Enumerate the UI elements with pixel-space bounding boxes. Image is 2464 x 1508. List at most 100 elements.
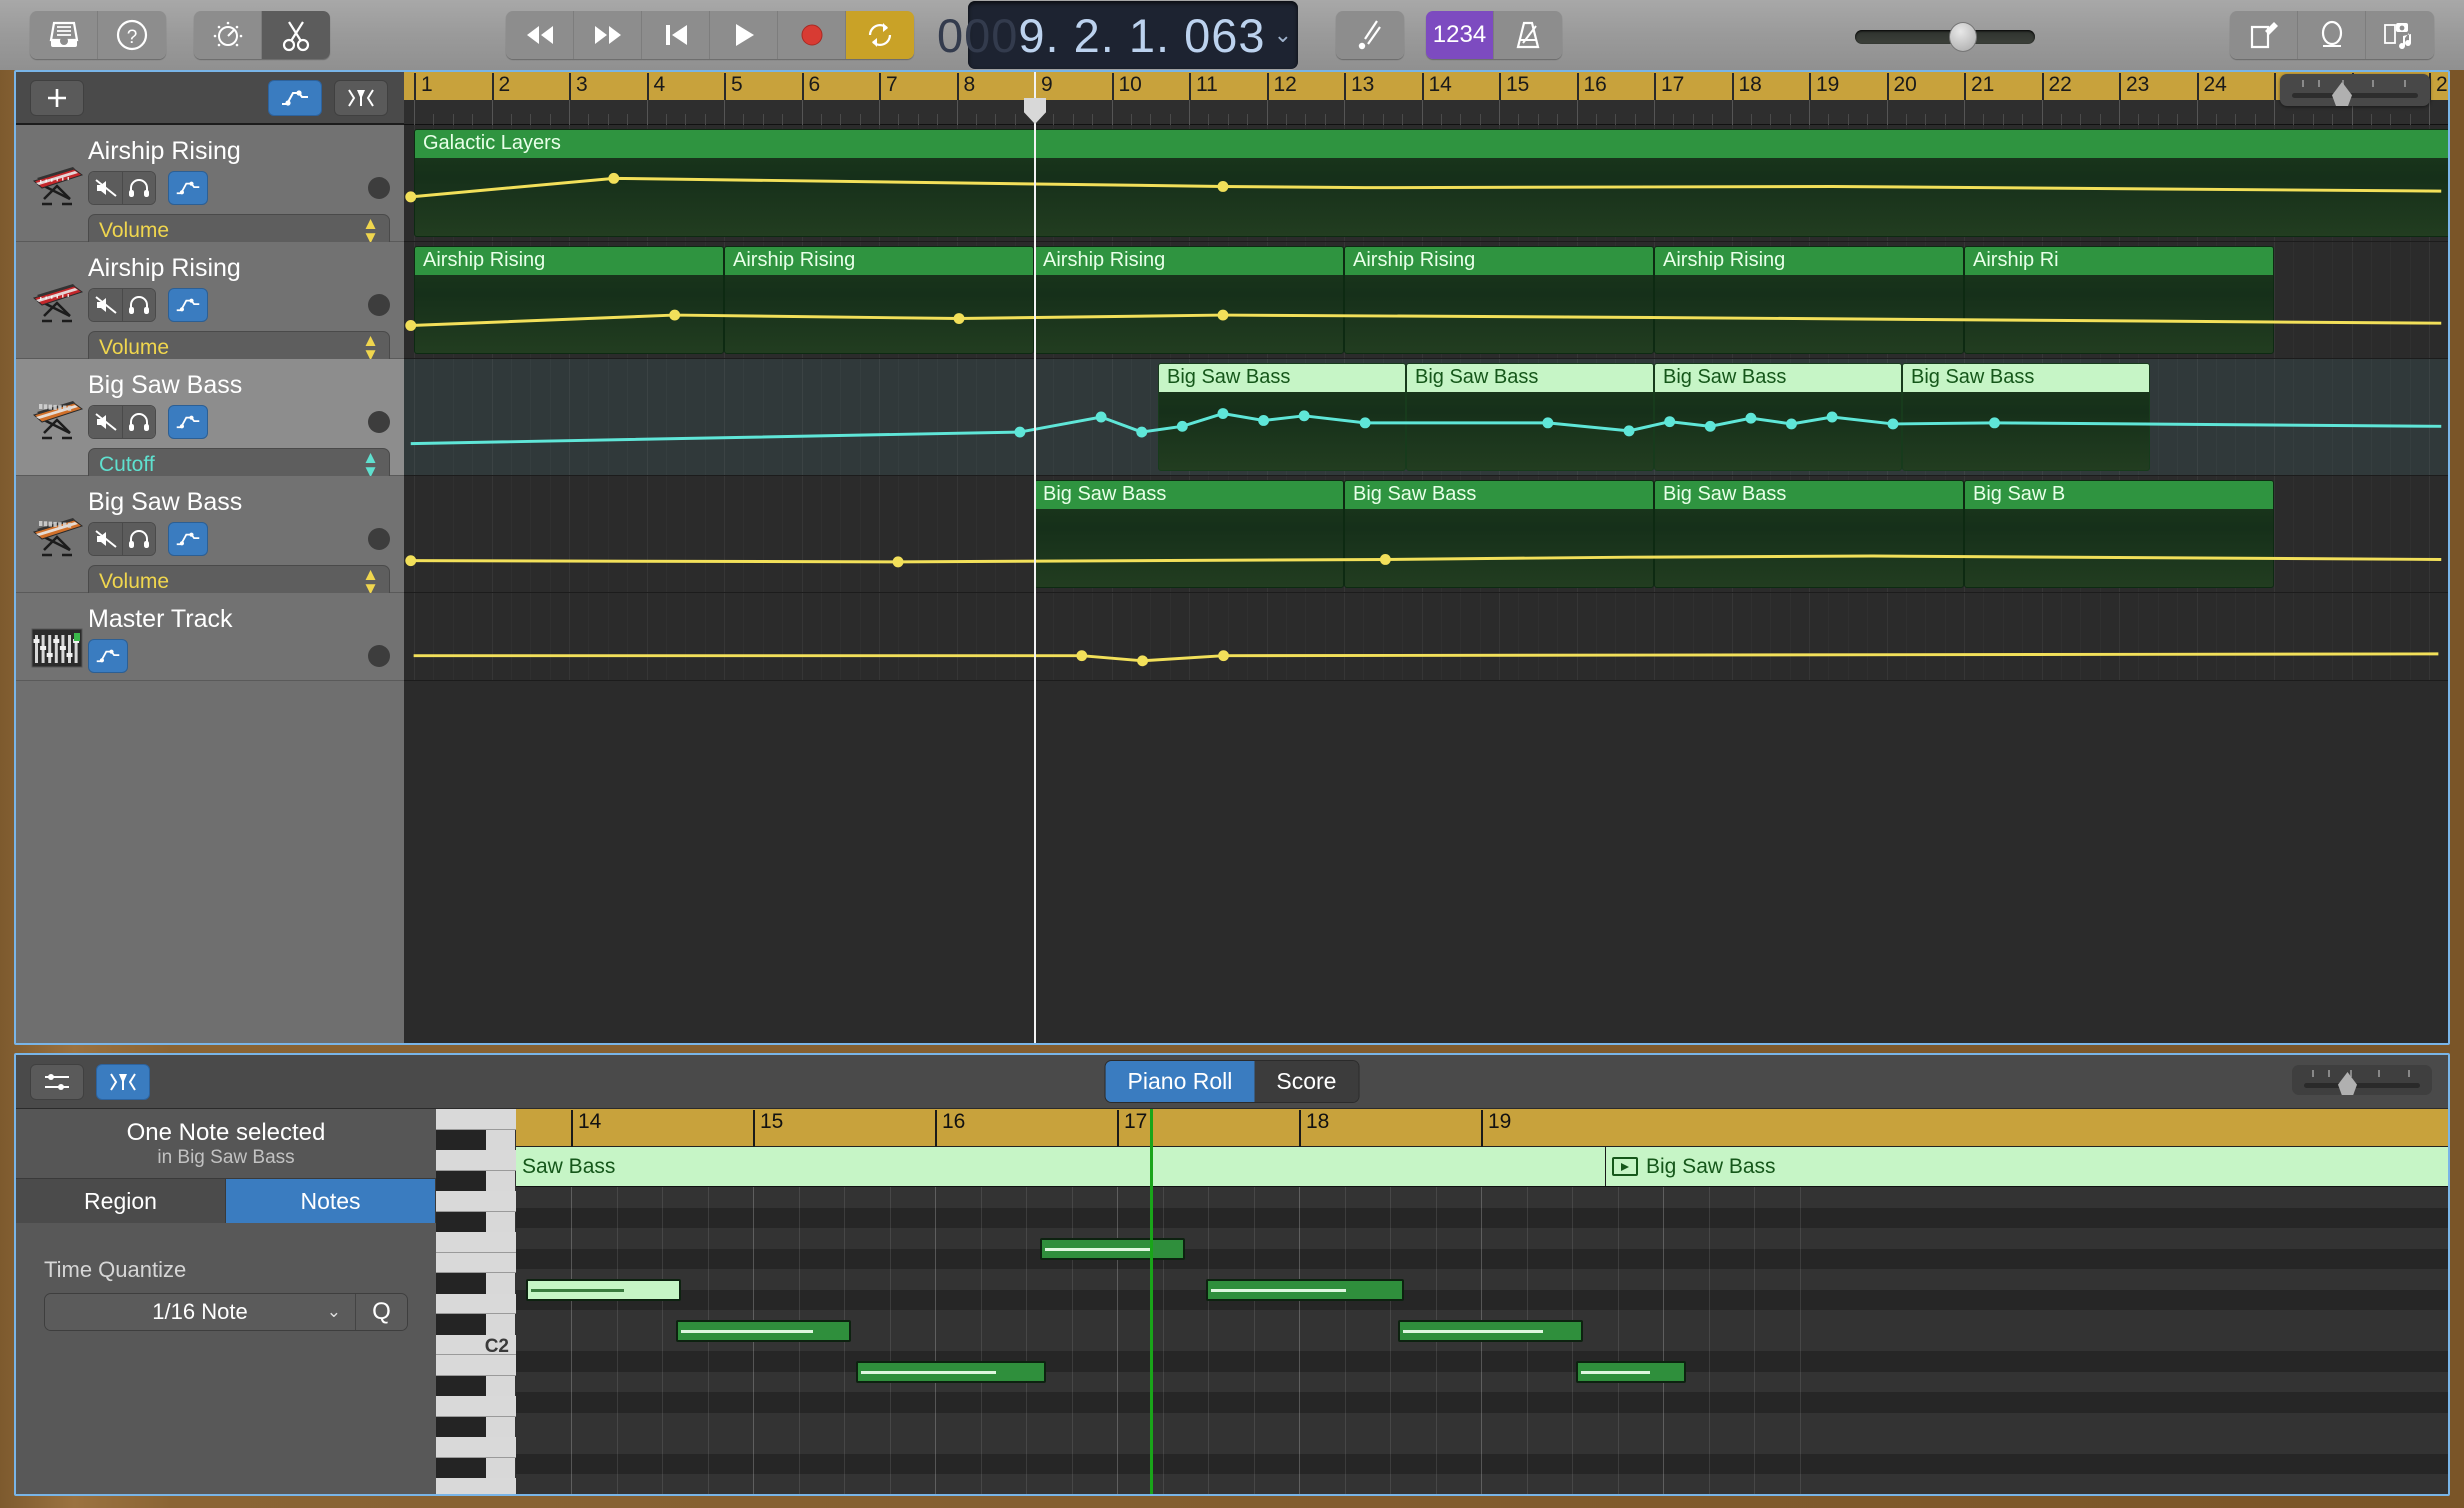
piano-keyboard[interactable]: C2 <box>436 1109 516 1494</box>
piano-key-white[interactable] <box>436 1109 516 1130</box>
track-header-1[interactable]: Airship Rising Volume ▲ ▼ <box>16 125 404 248</box>
record-enable-button[interactable] <box>368 411 390 433</box>
automation-icon[interactable] <box>268 79 322 116</box>
arrange-zoom-slider[interactable] <box>2280 74 2430 106</box>
region[interactable]: Galactic Layers <box>414 129 2448 237</box>
piano-key-white[interactable] <box>436 1293 516 1314</box>
mute-button[interactable] <box>89 289 122 321</box>
pr-region[interactable]: Saw Bass <box>516 1147 1606 1186</box>
notepad-icon[interactable] <box>2230 11 2298 59</box>
region[interactable]: Big Saw Bass <box>1902 363 2150 471</box>
loop-browser-icon[interactable] <box>194 11 262 59</box>
piano-key-white[interactable] <box>436 1191 516 1212</box>
flex-time-icon[interactable] <box>96 1063 150 1100</box>
piano-key-white[interactable] <box>436 1252 516 1273</box>
media-browser-icon[interactable] <box>2366 11 2434 59</box>
metronome-icon[interactable] <box>1494 11 1562 59</box>
track-lane-2[interactable]: Airship Rising Airship Rising Airship Risi… <box>404 242 2448 359</box>
tab-score[interactable]: Score <box>1254 1061 1359 1102</box>
tuning-fork-icon[interactable] <box>1336 11 1404 59</box>
cycle-icon[interactable] <box>846 11 914 59</box>
piano-key-black[interactable] <box>436 1416 486 1437</box>
piano-key-white[interactable] <box>436 1396 516 1417</box>
scissors-icon[interactable] <box>262 11 330 59</box>
solo-button[interactable] <box>122 289 155 321</box>
piano-key-black[interactable] <box>436 1314 486 1335</box>
piano-key-black[interactable] <box>436 1170 486 1191</box>
record-enable-button[interactable] <box>368 294 390 316</box>
track-header-5[interactable]: Master Track <box>16 593 404 681</box>
piano-key-white[interactable] <box>436 1150 516 1171</box>
fast-forward-icon[interactable] <box>574 11 642 59</box>
region[interactable]: Big Saw Bass <box>1406 363 1654 471</box>
solo-button[interactable] <box>122 523 155 555</box>
midi-note[interactable] <box>676 1320 851 1342</box>
record-enable-button[interactable] <box>368 645 390 667</box>
region[interactable]: Airship Rising <box>1654 246 1964 354</box>
solo-button[interactable] <box>122 172 155 204</box>
piano-key-black[interactable] <box>436 1375 486 1396</box>
midi-note[interactable] <box>1040 1238 1185 1260</box>
mute-button[interactable] <box>89 172 122 204</box>
piano-key-black[interactable] <box>436 1211 486 1232</box>
bar-ruler[interactable]: 1 2 3 4 5 6 7 8 9 10 11 12 13 14 15 16 17 18 19 20 21 22 23 24 2… <box>404 72 2448 125</box>
flex-time-icon[interactable] <box>334 79 388 116</box>
track-header-3[interactable]: Big Saw Bass Cutoff ▲ ▼ <box>16 359 404 482</box>
midi-note[interactable] <box>1398 1320 1583 1342</box>
pr-region[interactable]: Big Saw Bass <box>1606 1147 2448 1186</box>
midi-note[interactable] <box>856 1361 1046 1383</box>
track-lane-5[interactable] <box>404 593 2448 681</box>
track-automation-button[interactable] <box>168 522 208 556</box>
region[interactable]: Airship Ri <box>1964 246 2274 354</box>
region[interactable]: Airship Rising <box>1034 246 1344 354</box>
quantize-apply-button[interactable]: Q <box>355 1294 407 1330</box>
record-enable-button[interactable] <box>368 177 390 199</box>
track-automation-button[interactable] <box>168 288 208 322</box>
piano-key-black[interactable] <box>436 1457 486 1478</box>
region[interactable]: Big Saw Bass <box>1344 480 1654 588</box>
track-automation-button[interactable] <box>168 171 208 205</box>
midi-note[interactable] <box>526 1279 681 1301</box>
play-icon[interactable] <box>710 11 778 59</box>
mute-button[interactable] <box>89 406 122 438</box>
track-lane-3[interactable]: Big Saw Bass Big Saw Bass Big Saw Bass Big … <box>404 359 2448 476</box>
mute-button[interactable] <box>89 523 122 555</box>
track-lane-4[interactable]: Big Saw Bass Big Saw Bass Big Saw Bass Big … <box>404 476 2448 593</box>
region[interactable]: Airship Rising <box>1344 246 1654 354</box>
track-automation-button[interactable] <box>168 405 208 439</box>
rewind-icon[interactable] <box>506 11 574 59</box>
editor-zoom-thumb[interactable] <box>2338 1072 2357 1095</box>
editor-zoom-slider[interactable] <box>2292 1065 2432 1095</box>
piano-roll-grid[interactable] <box>516 1187 2448 1494</box>
midi-note[interactable] <box>1576 1361 1686 1383</box>
tab-piano-roll[interactable]: Piano Roll <box>1105 1061 1255 1102</box>
region[interactable]: Big Saw Bass <box>1034 480 1344 588</box>
record-enable-button[interactable] <box>368 528 390 550</box>
lcd-display[interactable]: 0009. 2. 1. 063 ⌄ <box>937 1 1298 69</box>
library-icon[interactable] <box>30 11 98 59</box>
region[interactable]: Big Saw Bass <box>1654 480 1964 588</box>
record-icon[interactable] <box>778 11 846 59</box>
tab-notes[interactable]: Notes <box>226 1179 436 1223</box>
event-list-icon[interactable] <box>30 1063 84 1100</box>
track-header-4[interactable]: Big Saw Bass Volume ▲ ▼ <box>16 476 404 599</box>
master-volume-slider[interactable] <box>1855 22 2035 52</box>
region[interactable]: Airship Rising <box>414 246 724 354</box>
region[interactable]: Big Saw B <box>1964 480 2274 588</box>
region[interactable]: Big Saw Bass <box>1654 363 1902 471</box>
solo-button[interactable] <box>122 406 155 438</box>
piano-key-white[interactable] <box>436 1437 516 1458</box>
go-to-start-icon[interactable] <box>642 11 710 59</box>
apple-loops-icon[interactable] <box>2298 11 2366 59</box>
piano-key-black[interactable] <box>436 1273 486 1294</box>
add-track-button[interactable] <box>30 79 84 116</box>
region[interactable]: Big Saw Bass <box>1158 363 1406 471</box>
region[interactable]: Airship Rising <box>724 246 1034 354</box>
quantize-select[interactable]: 1/16 Note ⌄ <box>45 1294 355 1330</box>
chevron-down-icon[interactable]: ⌄ <box>1274 22 1292 48</box>
count-in-button[interactable]: 1234 <box>1426 11 1494 59</box>
track-automation-button[interactable] <box>88 639 128 673</box>
piano-key-black[interactable] <box>436 1129 486 1150</box>
piano-key-white[interactable] <box>436 1355 516 1376</box>
track-header-2[interactable]: Airship Rising Volume ▲ ▼ <box>16 242 404 365</box>
